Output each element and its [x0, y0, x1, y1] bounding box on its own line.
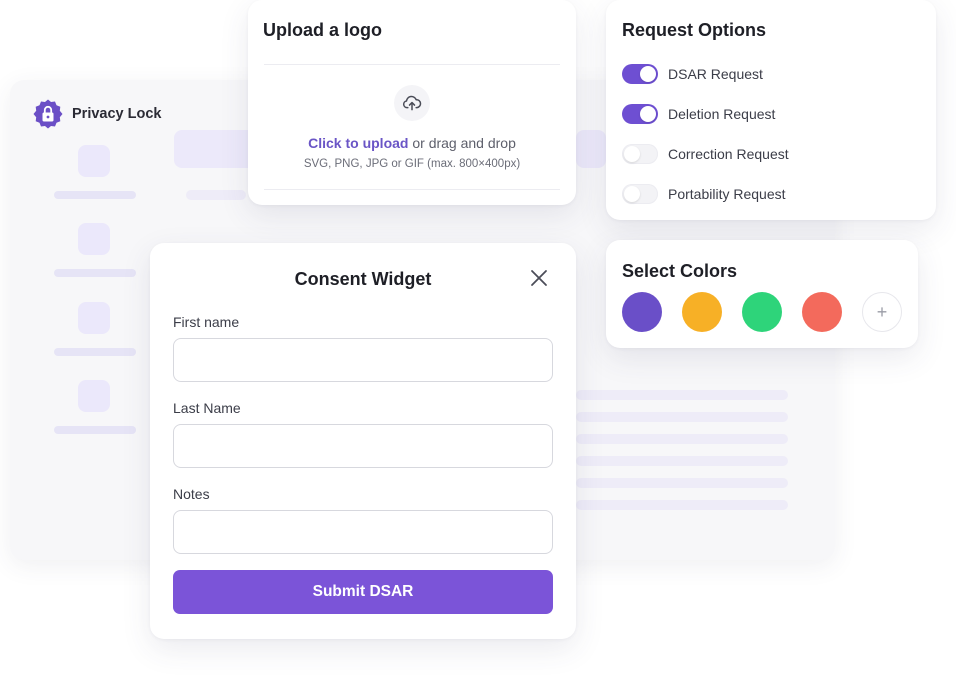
upload-file-hint: SVG, PNG, JPG or GIF (max. 800×400px) [303, 158, 521, 170]
select-colors-title: Select Colors [622, 261, 738, 281]
deletion-request-toggle[interactable] [622, 104, 658, 124]
last-name-input[interactable] [173, 424, 553, 468]
placeholder-line [576, 412, 788, 422]
sidebar-item[interactable] [54, 145, 136, 199]
portability-request-toggle[interactable] [622, 184, 658, 204]
request-options-title: Request Options [622, 20, 767, 40]
option-label: Portability Request [668, 186, 786, 202]
upload-card-title: Upload a logo [263, 20, 382, 40]
option-label: DSAR Request [668, 66, 763, 82]
dsar-request-toggle[interactable] [622, 64, 658, 84]
upload-logo-card: Upload a logo Click to upload or drag an… [248, 0, 576, 205]
lock-badge-icon [33, 99, 63, 129]
placeholder-line [576, 456, 788, 466]
upload-icon-wrap [394, 85, 430, 121]
option-row-dsar: DSAR Request [622, 64, 763, 84]
first-name-label: First name [173, 314, 240, 330]
select-colors-card: Select Colors + [606, 240, 918, 348]
sidebar-item[interactable] [54, 302, 136, 356]
upload-instructions: Click to upload or drag and drop [264, 135, 560, 151]
option-row-correction: Correction Request [622, 144, 789, 164]
upload-cloud-icon [402, 95, 422, 111]
color-swatch-red[interactable] [802, 292, 842, 332]
first-name-input[interactable] [173, 338, 553, 382]
last-name-label: Last Name [173, 400, 241, 416]
color-swatch-green[interactable] [742, 292, 782, 332]
color-swatch-purple[interactable] [622, 292, 662, 332]
placeholder-block [576, 130, 606, 168]
sidebar-item[interactable] [54, 380, 136, 434]
notes-label: Notes [173, 486, 210, 502]
notes-input[interactable] [173, 510, 553, 554]
close-icon[interactable] [528, 267, 550, 289]
brand: Privacy Lock [32, 98, 161, 130]
color-swatch-orange[interactable] [682, 292, 722, 332]
submit-dsar-button[interactable]: Submit DSAR [173, 570, 553, 614]
option-label: Correction Request [668, 146, 789, 162]
consent-widget-title: Consent Widget [294, 269, 432, 289]
placeholder-line [186, 190, 246, 200]
brand-name: Privacy Lock [72, 106, 162, 122]
option-row-deletion: Deletion Request [622, 104, 775, 124]
placeholder-line [576, 478, 788, 488]
drag-drop-text: or drag and drop [408, 135, 516, 151]
request-options-card: Request Options DSAR Request Deletion Re… [606, 0, 936, 220]
click-to-upload-link[interactable]: Click to upload [308, 135, 408, 151]
sidebar-item[interactable] [54, 223, 136, 277]
placeholder-line [576, 500, 788, 510]
option-row-portability: Portability Request [622, 184, 786, 204]
consent-widget-card: Consent Widget First name Last Name Note… [150, 243, 576, 639]
add-color-button[interactable]: + [862, 292, 902, 332]
placeholder-line [576, 390, 788, 400]
correction-request-toggle[interactable] [622, 144, 658, 164]
upload-dropzone[interactable]: Click to upload or drag and drop SVG, PN… [264, 64, 560, 190]
option-label: Deletion Request [668, 106, 776, 122]
placeholder-line [576, 434, 788, 444]
